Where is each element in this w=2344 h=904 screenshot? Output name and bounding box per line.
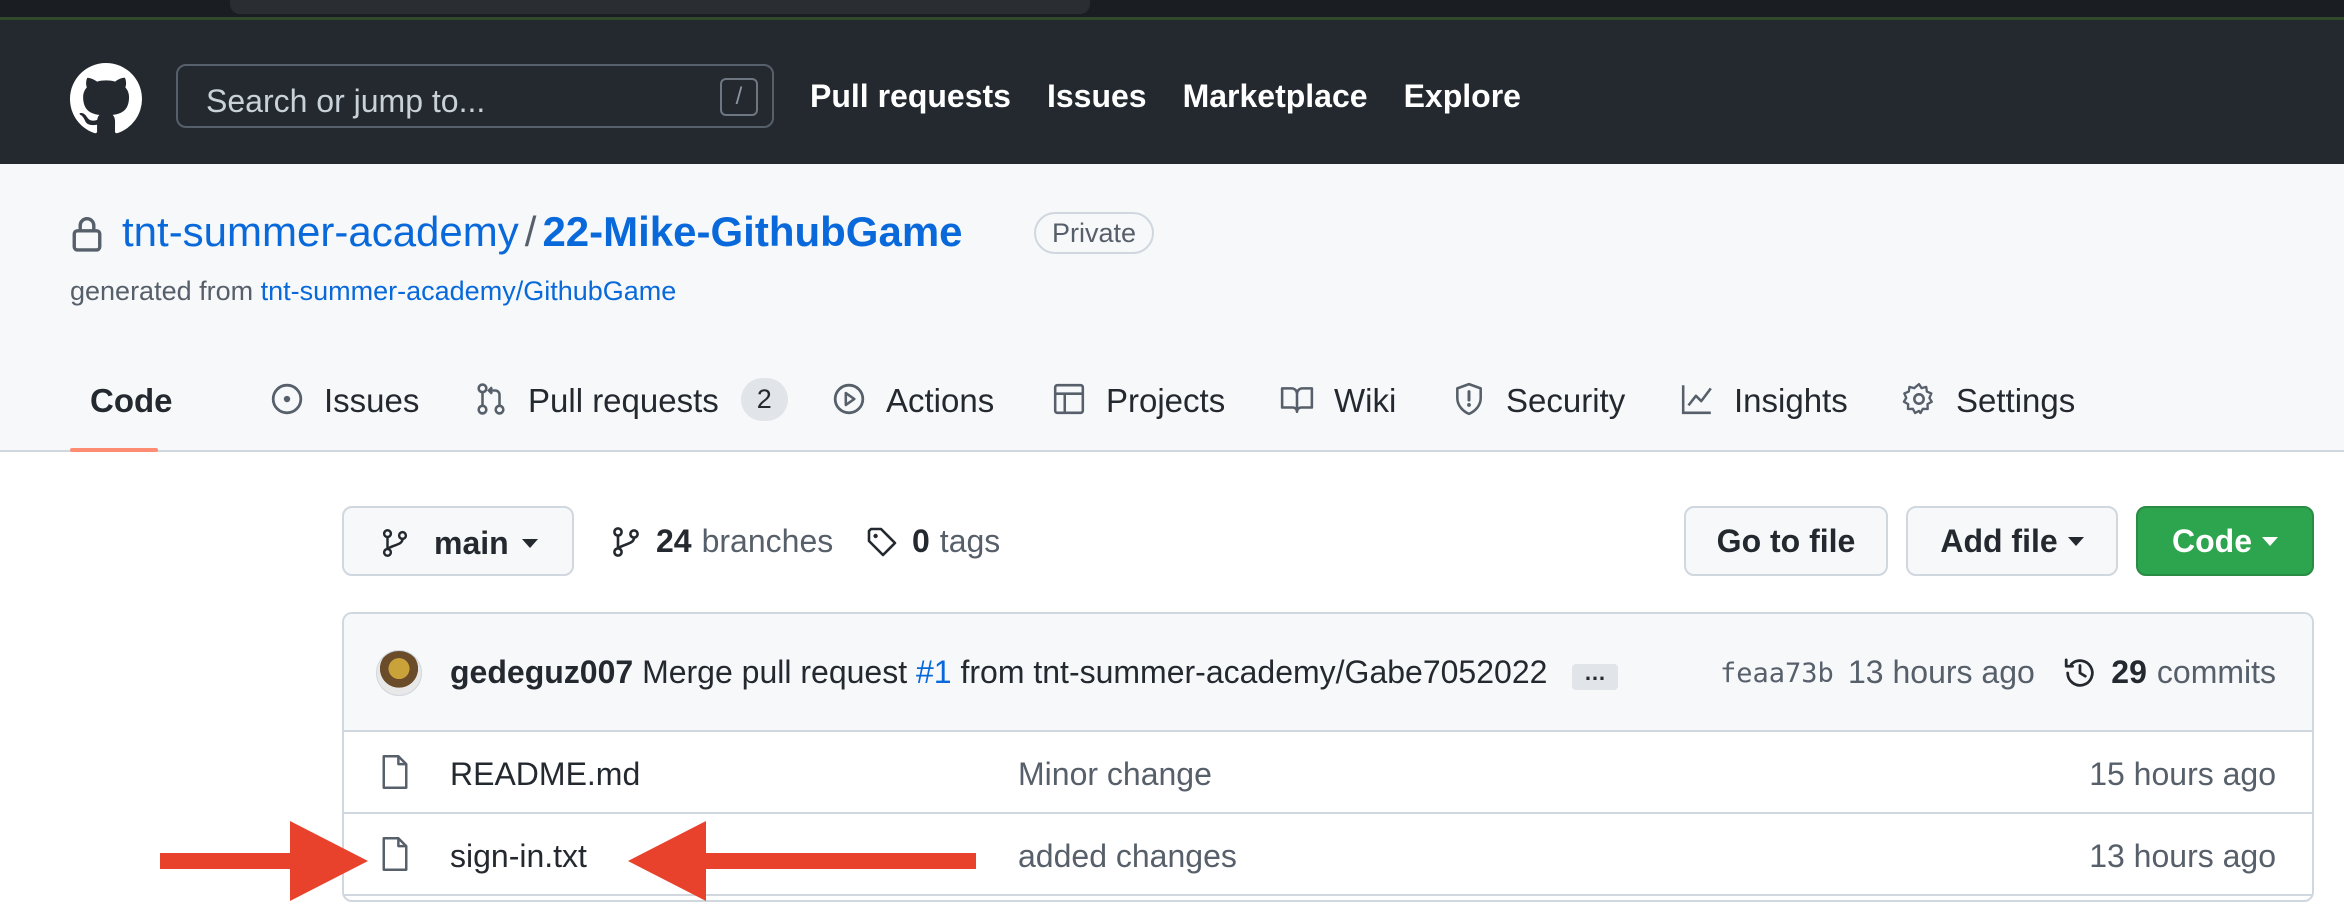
branches-label: branches [701,523,834,559]
table-icon [1053,383,1085,415]
annotation-arrow-left [628,821,976,901]
nav-explore[interactable]: Explore [1404,78,1521,115]
tab-label: Code [90,382,173,419]
go-to-file-button[interactable]: Go to file [1684,506,1888,576]
tab-projects[interactable]: Projects [1052,382,1225,452]
history-icon [2065,657,2094,687]
commit-time: 13 hours ago [1848,654,2035,690]
git-branch-icon [382,529,408,557]
visibility-badge: Private [1034,212,1155,254]
commit-sha-link[interactable]: feaa73b [1720,658,1834,689]
tab-settings[interactable]: Settings [1902,382,2075,452]
commit-message-prefix[interactable]: Merge pull request [642,654,907,690]
repo-title: tnt-summer-academy/22-Mike-GithubGame [122,208,963,256]
tags-count: 0 [912,523,930,559]
branch-select-button[interactable]: main [342,506,574,576]
nav-issues[interactable]: Issues [1047,78,1147,115]
global-header: Search or jump to... / Pull requests Iss… [0,20,2344,164]
code-button-label: Code [2172,522,2252,559]
tab-label: Projects [1106,382,1226,419]
commit-message: gedeguz007 Merge pull request #1 from tn… [450,654,1547,691]
gear-icon [1902,382,1933,415]
global-nav: Pull requests Issues Marketplace Explore [810,78,1521,115]
play-icon [833,383,865,415]
file-commit-message[interactable]: added changes [1018,838,1237,875]
file-name-link[interactable]: README.md [450,756,640,793]
avatar[interactable] [376,650,422,696]
shield-icon [1456,382,1482,416]
chevron-down-icon [2067,536,2084,546]
book-icon [1280,387,1314,414]
tag-icon [867,527,897,556]
tab-actions[interactable]: Actions [832,382,994,452]
chevron-down-icon [2262,536,2278,546]
tab-pull-requests[interactable]: Pull requests 2 [474,378,788,452]
tab-security[interactable]: Security [1452,382,1625,452]
tab-insights[interactable]: Insights [1680,382,1848,452]
annotation-arrow-right [160,821,368,901]
file-commit-time: 15 hours ago [2089,756,2276,792]
add-file-button[interactable]: Add file [1906,506,2118,576]
tab-label: Actions [886,382,995,419]
add-file-label: Add file [1940,522,2058,559]
file-name-link[interactable]: sign-in.txt [450,838,587,875]
graph-icon [1681,385,1712,415]
file-commit-message[interactable]: Minor change [1018,756,1212,793]
repo-title-separator: / [524,208,537,255]
tab-label: Security [1506,382,1626,419]
file-icon [382,837,408,871]
latest-commit-bar: gedeguz007 Merge pull request #1 from tn… [344,614,2312,732]
search-input[interactable]: Search or jump to... / [176,64,774,128]
tags-label: tags [939,523,1001,559]
browser-chrome-strip [0,0,2344,20]
nav-pull-requests[interactable]: Pull requests [810,78,1011,115]
repo-header: tnt-summer-academy/22-Mike-GithubGame Pr… [0,164,2344,452]
github-logo-icon[interactable] [70,63,142,135]
git-pull-request-icon [477,383,505,415]
tab-label: Issues [324,382,420,419]
commit-message-suffix[interactable]: from tnt-summer-academy/Gabe7052022 [960,654,1547,690]
branch-name: main [434,525,509,561]
commit-author-link[interactable]: gedeguz007 [450,654,633,690]
file-icon [382,755,408,789]
chevron-down-icon [522,539,538,548]
tab-label: Insights [1734,382,1848,419]
code-button[interactable]: Code [2136,506,2314,576]
search-placeholder: Search or jump to... [206,83,486,119]
branches-link[interactable]: 24 branches [610,523,833,560]
commits-count: 29 [2111,654,2147,690]
nav-marketplace[interactable]: Marketplace [1183,78,1368,115]
tab-code[interactable]: Code [70,382,173,452]
issue-opened-icon [271,383,303,415]
tab-label: Pull requests [528,382,719,419]
expand-commit-button[interactable]: … [1572,662,1618,690]
tab-label: Wiki [1334,382,1397,419]
lock-icon [72,217,102,252]
commits-link[interactable]: 29 commits [2063,654,2276,691]
branches-count: 24 [656,523,692,559]
tags-link[interactable]: 0 tags [866,523,1000,560]
tab-issues[interactable]: Issues [270,382,419,452]
go-to-file-label: Go to file [1716,522,1856,559]
generated-from-note: generated from tnt-summer-academy/Github… [70,276,676,307]
file-commit-time: 13 hours ago [2089,838,2276,874]
file-row[interactable]: README.md Minor change 15 hours ago [344,732,2312,814]
template-repo-link[interactable]: tnt-summer-academy/GithubGame [261,276,677,306]
browser-address-bar[interactable] [230,0,1090,14]
pull-request-link[interactable]: #1 [916,654,952,690]
tab-label: Settings [1956,382,2076,419]
tab-wiki[interactable]: Wiki [1280,382,1396,452]
generated-from-label: generated from [70,276,254,306]
commits-label: commits [2156,654,2276,690]
pull-requests-counter: 2 [740,378,788,421]
search-shortcut-key: / [720,78,758,116]
repo-name-link[interactable]: 22-Mike-GithubGame [542,208,962,255]
git-branch-icon [613,526,639,557]
repo-owner-link[interactable]: tnt-summer-academy [122,208,519,255]
